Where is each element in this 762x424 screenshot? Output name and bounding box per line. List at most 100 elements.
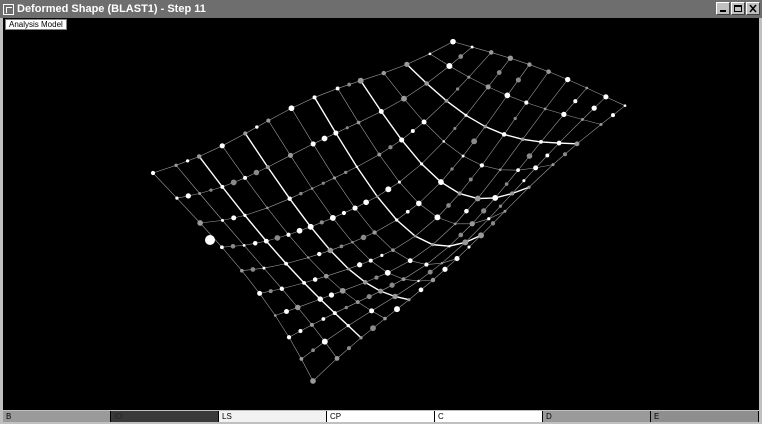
hinge-node	[363, 199, 369, 206]
hinge-node	[294, 304, 301, 311]
hinge-node	[450, 167, 454, 171]
hinge-node	[219, 143, 225, 149]
hinge-node	[220, 184, 225, 189]
hinge-node	[561, 111, 567, 118]
minimize-button[interactable]	[716, 2, 730, 15]
hinge-node	[479, 163, 485, 168]
hinge-node	[345, 126, 349, 130]
hinge-node	[362, 280, 368, 285]
hinge-node	[310, 378, 316, 384]
hinge-node	[442, 266, 448, 272]
close-button[interactable]	[746, 2, 760, 15]
hinge-node	[498, 168, 502, 172]
hinge-node	[230, 243, 236, 249]
hinge-node	[263, 238, 269, 244]
hinge-node	[242, 243, 246, 247]
hinge-node	[266, 118, 271, 123]
hinge-node	[464, 113, 468, 117]
hinge-node	[430, 277, 436, 283]
hinge-node	[501, 132, 507, 137]
hinge-node	[427, 269, 433, 275]
hinge-node	[504, 92, 511, 99]
hinge-node	[545, 153, 550, 158]
hinge-node	[533, 165, 539, 171]
hinge-node	[174, 163, 178, 167]
hinge-node	[483, 124, 488, 129]
hinge-node	[328, 292, 335, 298]
hinge-node	[356, 120, 361, 125]
close-icon	[749, 4, 757, 13]
hinge-node	[378, 288, 384, 294]
hinge-node	[470, 45, 474, 49]
window-controls	[716, 2, 760, 15]
hinge-node	[431, 242, 435, 247]
hinge-node	[309, 322, 314, 327]
hinge-node	[428, 52, 432, 56]
hinge-node	[298, 329, 303, 334]
hinge-node	[418, 287, 424, 293]
hinge-node	[391, 248, 395, 252]
hinge-node	[450, 38, 456, 45]
hinge-node	[307, 223, 314, 230]
mesh-line	[200, 52, 492, 224]
hinge-node	[416, 200, 422, 207]
hinge-node	[591, 105, 597, 111]
hinge-node	[372, 230, 377, 235]
hinge-node	[351, 241, 354, 244]
hinge-node	[287, 196, 292, 201]
mesh-line	[301, 96, 607, 360]
mesh-line	[152, 172, 314, 382]
hinge-node	[257, 290, 263, 296]
hinge-node	[481, 208, 487, 214]
hinge-node	[510, 191, 515, 196]
app-window-icon[interactable]	[3, 3, 14, 15]
hinge-node-large	[205, 235, 215, 245]
hinge-node	[526, 153, 533, 159]
hinge-node	[453, 126, 457, 130]
model-viewport[interactable]: Analysis Model	[3, 18, 759, 410]
hinge-node	[546, 69, 551, 74]
hinge-node	[266, 206, 269, 210]
hinge-node	[424, 262, 429, 267]
legend-segment-d: D	[543, 411, 651, 422]
minimize-icon	[720, 10, 726, 12]
hinge-node	[474, 195, 481, 202]
hinge-node	[355, 300, 360, 305]
hinge-node	[255, 125, 259, 129]
hinge-node	[368, 258, 373, 263]
hinge-node	[220, 245, 224, 250]
maximize-button[interactable]	[731, 2, 745, 15]
hinge-node	[334, 356, 340, 361]
hinge-node	[377, 152, 382, 157]
hinge-node	[515, 77, 521, 83]
hinge-node	[444, 98, 449, 103]
hinge-node	[273, 314, 277, 317]
hinge-node	[522, 179, 526, 183]
mesh-line	[176, 46, 473, 199]
hinge-node	[150, 170, 156, 176]
title-bar[interactable]: Deformed Shape (BLAST1) - Step 11	[0, 0, 762, 18]
hinge-node	[513, 116, 517, 121]
hinge-node	[420, 162, 424, 166]
hinge-node	[317, 296, 323, 302]
hinge-node	[335, 86, 340, 91]
hinge-node	[454, 256, 460, 262]
hinge-node	[539, 140, 543, 144]
hinge-node	[394, 306, 400, 313]
mesh-line	[152, 41, 454, 174]
hinge-node	[401, 95, 407, 102]
mesh-line	[312, 105, 626, 382]
hinge-node	[492, 195, 499, 201]
hinge-node	[421, 119, 427, 125]
hinge-node	[581, 118, 584, 121]
hinge-node	[498, 204, 503, 208]
hinge-node	[407, 298, 411, 302]
hinge-node	[323, 273, 329, 279]
hinge-node	[375, 195, 379, 198]
hinge-node	[230, 179, 237, 186]
hinge-node	[490, 221, 496, 226]
hinge-node	[357, 77, 364, 84]
hinge-node	[321, 135, 328, 142]
hinge-node	[299, 191, 303, 196]
hinge-node	[485, 84, 491, 90]
